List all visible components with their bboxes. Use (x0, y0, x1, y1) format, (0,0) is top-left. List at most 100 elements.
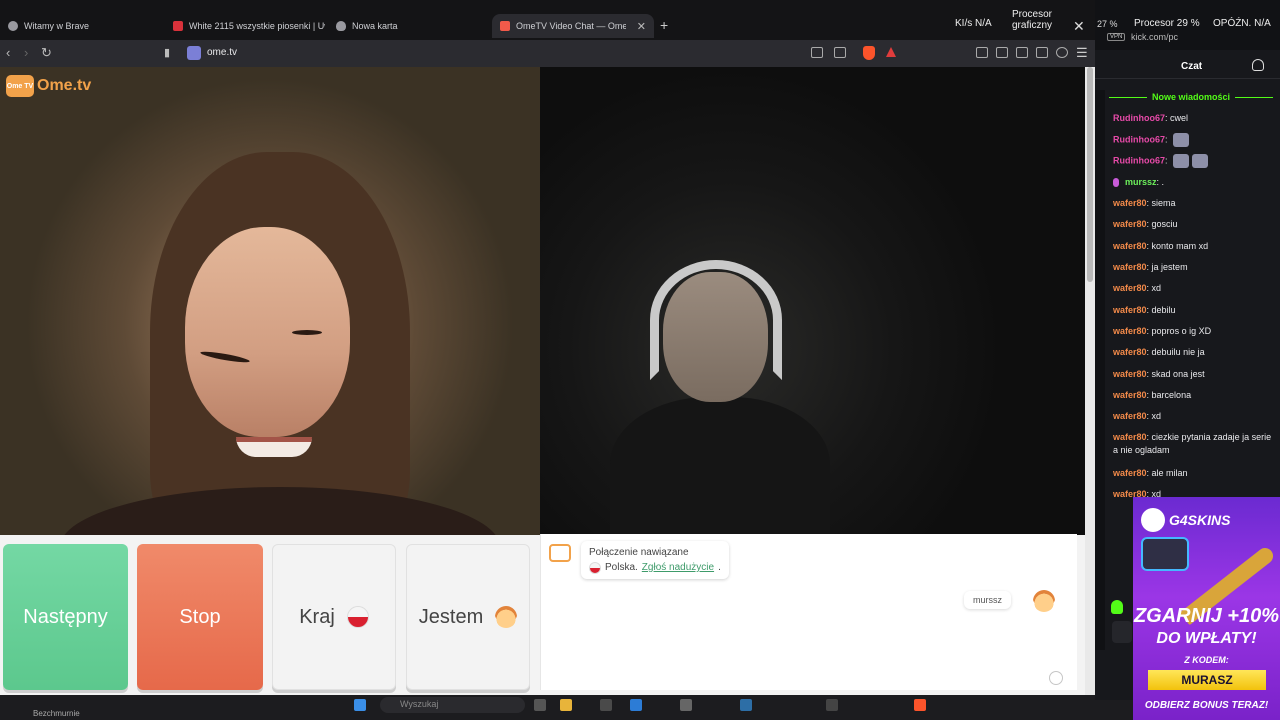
taskbar-app-icon[interactable] (740, 699, 752, 711)
chat-message: wafer80: debuilu nie ja (1113, 346, 1273, 359)
video-figure-face (185, 227, 350, 437)
chat-username[interactable]: wafer80 (1113, 241, 1147, 251)
translate-icon[interactable] (811, 47, 823, 58)
emoji-picker-icon[interactable] (1049, 671, 1063, 685)
self-video (540, 67, 1085, 535)
scrollbar-thumb[interactable] (1087, 67, 1093, 282)
sidebar-icon[interactable] (996, 47, 1008, 58)
media-icon[interactable] (976, 47, 988, 58)
gender-button-label: Jestem (418, 605, 484, 628)
chat-username[interactable]: Rudinhoo67 (1113, 113, 1165, 123)
reload-icon[interactable]: ↻ (41, 45, 52, 61)
brave-rewards-icon[interactable] (886, 47, 896, 57)
sponsor-ad[interactable]: G4SKINS ZGARNIJ +10% DO WPŁATY! Z KODEM:… (1133, 497, 1280, 720)
chat-message: wafer80: barcelona (1113, 389, 1273, 402)
poland-flag-icon (589, 561, 601, 574)
ad-gun-image (1141, 537, 1189, 571)
tab-white2115[interactable]: White 2115 wszystkie piosenki | UwU (165, 14, 325, 38)
taskbar-search[interactable]: Wyszukaj (380, 697, 525, 713)
chat-username[interactable]: wafer80 (1113, 219, 1147, 229)
report-abuse-link[interactable]: Zgłoś nadużycie (642, 560, 714, 575)
chat-emote-icon (1192, 154, 1209, 168)
brave-shields-icon[interactable] (863, 46, 875, 60)
tab-new-tab[interactable]: Nowa karta (328, 14, 488, 38)
url-field[interactable]: ome.tv (207, 47, 237, 58)
chat-username[interactable]: Rudinhoo67 (1113, 155, 1165, 165)
bookmark-icon[interactable]: ▮ (164, 46, 170, 59)
leo-icon[interactable] (1036, 47, 1048, 58)
close-tab-icon[interactable]: ✕ (637, 20, 646, 33)
page-scrollbar[interactable] (1085, 67, 1095, 700)
ad-headline: ZGARNIJ +10% (1133, 605, 1280, 627)
tab-label: Nowa karta (352, 21, 398, 31)
cast-icon[interactable] (834, 47, 846, 58)
chat-text: debuilu nie ja (1151, 347, 1205, 357)
boy-emoji-icon (495, 606, 518, 628)
chat-username[interactable]: murssz (1125, 177, 1157, 187)
vpn-badge[interactable]: VPN (1107, 33, 1126, 41)
chat-username[interactable]: Rudinhoo67 (1113, 134, 1165, 144)
country-button[interactable]: Kraj (272, 544, 396, 690)
tab-label: Witamy w Brave (24, 21, 90, 31)
ometv-logo-text: Ome.tv (37, 77, 92, 94)
g4skins-logo-icon (1141, 508, 1165, 532)
video-figure-body (610, 397, 830, 535)
chat-message: wafer80: xd (1113, 410, 1273, 423)
task-view-icon[interactable] (534, 699, 546, 711)
kick-emote-icon[interactable] (1109, 598, 1131, 620)
brave-icon[interactable] (914, 699, 926, 711)
users-icon[interactable] (1252, 59, 1264, 71)
video-figure-smile (236, 437, 312, 457)
stranger-country: Polska. (605, 562, 638, 573)
connection-status: Połączenie nawiązane (589, 547, 689, 558)
divider-line (1109, 96, 1147, 98)
chat-username[interactable]: wafer80 (1113, 468, 1147, 478)
kick-url[interactable]: kick.com/pc (1131, 32, 1178, 42)
new-tab-button[interactable]: + (660, 17, 668, 33)
chat-username[interactable]: wafer80 (1113, 432, 1147, 442)
obs-icon[interactable] (826, 699, 838, 711)
taskbar-app-icon[interactable] (600, 699, 612, 711)
vpn-icon[interactable] (1056, 47, 1068, 58)
tab-welcome[interactable]: Witamy w Brave (0, 14, 165, 38)
chat-text: . (1161, 177, 1165, 187)
chat-username[interactable]: wafer80 (1113, 262, 1147, 272)
chat-message: Rudinhoo67: cwel (1113, 112, 1273, 125)
forward-icon[interactable]: › (24, 45, 28, 60)
video-figure-eye (292, 330, 322, 335)
chat-username[interactable]: wafer80 (1113, 283, 1147, 293)
next-button[interactable]: Następny (3, 544, 128, 690)
chat-settings-button[interactable] (1112, 621, 1132, 643)
boy-emoji-icon (1033, 590, 1055, 612)
start-icon[interactable] (354, 699, 366, 711)
stop-button[interactable]: Stop (137, 544, 263, 690)
explorer-icon[interactable] (560, 699, 572, 711)
kbs-stat: KI/s N/A (955, 18, 992, 29)
chat-username[interactable]: wafer80 (1113, 326, 1147, 336)
chat-username[interactable]: wafer80 (1113, 411, 1147, 421)
stop-button-label: Stop (179, 605, 221, 628)
headset-shape (650, 260, 782, 380)
back-icon[interactable]: ‹ (6, 45, 10, 60)
ometv-chat-logo-icon (549, 544, 571, 562)
new-messages-label: Nowe wiadomości (1151, 92, 1231, 102)
poland-flag-icon (346, 606, 369, 628)
gender-button[interactable]: Jestem (406, 544, 530, 690)
chat-text: debilu (1151, 305, 1176, 315)
delay-stat: OPÓŹN. N/A (1213, 18, 1271, 29)
chat-username[interactable]: wafer80 (1113, 198, 1147, 208)
menu-icon[interactable]: ☰ (1076, 45, 1088, 61)
ometv-logo: Ome TV Ome.tv (6, 75, 91, 97)
chat-username[interactable]: wafer80 (1113, 390, 1147, 400)
window-close-button[interactable]: ✕ (1073, 18, 1085, 35)
weather-widget[interactable]: Bezchmurnie (33, 709, 80, 718)
chat-message: wafer80: siema (1113, 197, 1273, 210)
wallet-icon[interactable] (1016, 47, 1028, 58)
edge-icon[interactable] (630, 699, 642, 711)
chat-username[interactable]: wafer80 (1113, 305, 1147, 315)
taskbar-app-icon[interactable] (680, 699, 692, 711)
tab-ometv[interactable]: OmeTV Video Chat — Omegle ✕ (492, 14, 654, 38)
chat-username[interactable]: wafer80 (1113, 347, 1147, 357)
chat-username[interactable]: wafer80 (1113, 369, 1147, 379)
chat-message: wafer80: xd (1113, 282, 1273, 295)
